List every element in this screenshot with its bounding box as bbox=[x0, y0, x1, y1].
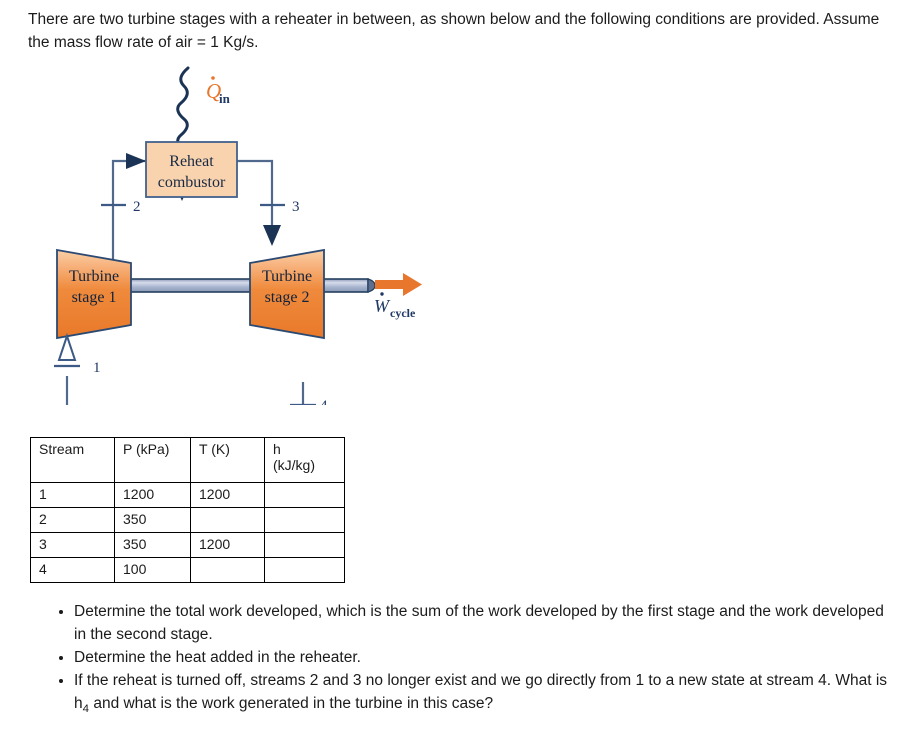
table-header-enthalpy-units: (kJ/kg) bbox=[273, 457, 315, 473]
question-item-1: Determine the total work developed, whic… bbox=[74, 600, 897, 646]
turbine-2-label-line-1: Turbine bbox=[262, 268, 312, 285]
turbine-stage-1: Turbine stage 1 bbox=[56, 248, 132, 340]
cell-enthalpy bbox=[264, 557, 345, 583]
question-item-2: Determine the heat added in the reheater… bbox=[74, 646, 897, 669]
cell-stream: 3 bbox=[30, 532, 115, 558]
cell-stream: 2 bbox=[30, 507, 115, 533]
stream-1-marker: 1 bbox=[54, 332, 101, 376]
work-symbol: W bbox=[374, 296, 391, 316]
table-header-pressure: P (kPa) bbox=[114, 437, 191, 483]
problem-statement: There are two turbine stages with a rehe… bbox=[28, 8, 888, 54]
stream-4-marker: 4 bbox=[290, 398, 328, 405]
table-header-temperature: T (K) bbox=[190, 437, 265, 483]
work-output-label: W cycle bbox=[374, 292, 416, 320]
table-row: 2 350 bbox=[30, 507, 345, 533]
table-row: 3 350 1200 bbox=[30, 532, 345, 558]
cell-stream: 4 bbox=[30, 557, 115, 583]
reheat-combustor-box: Reheat combustor bbox=[145, 141, 238, 198]
stream-4-label: 4 bbox=[320, 398, 328, 405]
stream-1-label: 1 bbox=[93, 360, 101, 376]
table-header-stream: Stream bbox=[30, 437, 115, 483]
stream-2-marker: 2 bbox=[101, 199, 141, 215]
cell-pressure: 1200 bbox=[114, 482, 191, 508]
work-subscript: cycle bbox=[390, 306, 416, 320]
stream-3-arrowhead-icon bbox=[263, 225, 281, 246]
cell-temperature bbox=[190, 507, 265, 533]
turbine-stage-2: Turbine stage 2 bbox=[249, 248, 325, 340]
heat-input-label: Q in bbox=[206, 76, 231, 106]
question-item-3: If the reheat is turned off, streams 2 a… bbox=[74, 669, 897, 721]
cell-enthalpy bbox=[264, 507, 345, 533]
combustor-label-line-2: combustor bbox=[158, 174, 226, 191]
question-item-3-part-b: and what is the work generated in the tu… bbox=[89, 695, 494, 712]
cell-enthalpy bbox=[264, 482, 345, 508]
table-header-row: Stream P (kPa) T (K) h (kJ/kg) bbox=[30, 437, 345, 483]
combustor-label-line-1: Reheat bbox=[169, 153, 214, 170]
table-header-enthalpy-symbol: h bbox=[273, 441, 281, 457]
stream-3-marker: 3 bbox=[260, 199, 300, 215]
heat-input-subscript: in bbox=[219, 91, 231, 106]
question-list: Determine the total work developed, whic… bbox=[52, 600, 897, 721]
table-row: 4 100 bbox=[30, 557, 345, 583]
turbine-2-label-line-2: stage 2 bbox=[265, 289, 310, 306]
cell-pressure: 350 bbox=[114, 507, 191, 533]
stream-properties-table: Stream P (kPa) T (K) h (kJ/kg) 1 1200 12… bbox=[30, 437, 345, 583]
stream-2-arrowhead-icon bbox=[126, 153, 146, 169]
cell-pressure: 350 bbox=[114, 532, 191, 558]
cell-temperature bbox=[190, 557, 265, 583]
cell-pressure: 100 bbox=[114, 557, 191, 583]
stream-2-label: 2 bbox=[133, 199, 141, 215]
turbine-1-label-line-2: stage 1 bbox=[72, 289, 117, 306]
cell-temperature: 1200 bbox=[190, 532, 265, 558]
problem-statement-line-1: There are two turbine stages with a rehe… bbox=[28, 11, 820, 28]
cell-stream: 1 bbox=[30, 482, 115, 508]
table-row: 1 1200 1200 bbox=[30, 482, 345, 508]
turbine-1-label-line-1: Turbine bbox=[69, 268, 119, 285]
cell-temperature: 1200 bbox=[190, 482, 265, 508]
table-header-enthalpy: h (kJ/kg) bbox=[264, 437, 345, 483]
reheat-turbine-diagram: Q in Reheat combustor Turbine stage 1 Tu… bbox=[0, 60, 460, 405]
cell-enthalpy bbox=[264, 532, 345, 558]
stream-3-label: 3 bbox=[292, 199, 300, 215]
